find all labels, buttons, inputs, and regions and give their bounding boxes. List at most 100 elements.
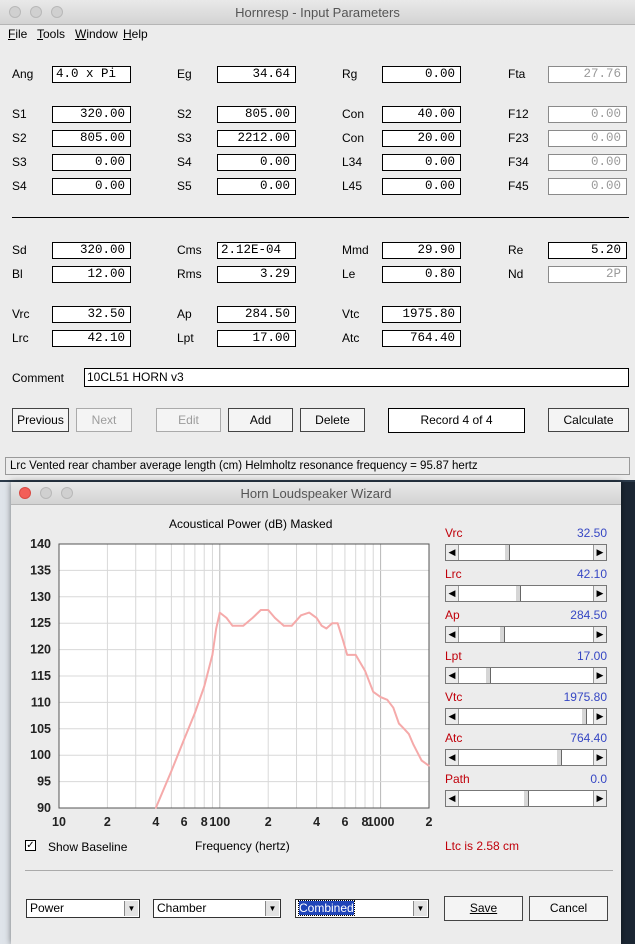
param-input-rg[interactable]: 0.00 xyxy=(382,66,461,83)
arrow-left-icon[interactable]: ◀ xyxy=(446,668,459,683)
slider-atc[interactable]: ◀ ▶ xyxy=(445,749,607,766)
slider-lpt[interactable]: ◀ ▶ xyxy=(445,667,607,684)
x-tick-label: 6 xyxy=(341,815,348,829)
response-data-point xyxy=(386,698,389,701)
previous-button[interactable]: Previous xyxy=(12,408,69,432)
param-input-lpt[interactable]: 17.00 xyxy=(217,330,296,347)
input-parameters-window: Hornresp - Input Parameters File Tools W… xyxy=(0,0,635,480)
param-input-sd[interactable]: 320.00 xyxy=(52,242,131,259)
response-data-point xyxy=(211,654,214,656)
x-axis: 10 2 4 6 8 100 2 4 6 81000 2 xyxy=(52,815,432,829)
slider-vrc[interactable]: ◀ ▶ xyxy=(445,544,607,561)
wizard-titlebar: Horn Loudspeaker Wizard xyxy=(11,482,621,505)
arrow-right-icon[interactable]: ▶ xyxy=(593,545,606,560)
arrow-left-icon[interactable]: ◀ xyxy=(446,709,459,724)
arrow-left-icon[interactable]: ◀ xyxy=(446,791,459,806)
param-input-vtc[interactable]: 1975.80 xyxy=(382,306,461,323)
show-baseline-checkbox[interactable]: ✓ xyxy=(25,840,36,851)
slider-thumb[interactable] xyxy=(498,627,505,642)
save-button[interactable]: Save xyxy=(444,896,523,921)
slider-thumb[interactable] xyxy=(503,545,510,560)
edit-button[interactable]: Edit xyxy=(156,408,221,432)
param-input-cms[interactable]: 2.12E-04 xyxy=(217,242,296,259)
response-data-point xyxy=(398,722,400,725)
x-tick-label: 2 xyxy=(265,815,272,829)
slider-thumb[interactable] xyxy=(515,586,522,601)
param-input-le[interactable]: 0.80 xyxy=(382,266,461,283)
param-input-rms[interactable]: 3.29 xyxy=(217,266,296,283)
arrow-right-icon[interactable]: ▶ xyxy=(593,709,606,724)
param-input-bl[interactable]: 12.00 xyxy=(52,266,131,283)
param-input-ap[interactable]: 284.50 xyxy=(217,306,296,323)
slider-vtc[interactable]: ◀ ▶ xyxy=(445,708,607,725)
param-input-s2[interactable]: 805.00 xyxy=(52,130,131,147)
param-input-s3[interactable]: 0.00 xyxy=(52,154,131,171)
arrow-right-icon[interactable]: ▶ xyxy=(593,750,606,765)
arrow-left-icon[interactable]: ◀ xyxy=(446,750,459,765)
param-input-nd[interactable]: 2P xyxy=(548,266,627,283)
param-input-s1[interactable]: 320.00 xyxy=(52,106,131,123)
y-tick-label: 95 xyxy=(37,775,51,789)
param-input-con[interactable]: 40.00 xyxy=(382,106,461,123)
dropdown-arrow-icon[interactable]: ▼ xyxy=(413,901,427,916)
param-input-l34[interactable]: 0.00 xyxy=(382,154,461,171)
param-input-s4[interactable]: 0.00 xyxy=(52,178,131,195)
param-input-f12[interactable]: 0.00 xyxy=(548,106,627,123)
response-data-point xyxy=(372,691,375,693)
param-input-f45[interactable]: 0.00 xyxy=(548,178,627,195)
response-data-point xyxy=(364,669,366,672)
param-input-s2[interactable]: 805.00 xyxy=(217,106,296,123)
param-input-ang[interactable]: 4.0 x Pi xyxy=(52,66,131,83)
arrow-right-icon[interactable]: ▶ xyxy=(593,586,606,601)
param-input-lrc[interactable]: 42.10 xyxy=(52,330,131,347)
arrow-left-icon[interactable]: ◀ xyxy=(446,627,459,642)
response-data-point xyxy=(242,625,245,627)
mode-select[interactable]: Power ▼ xyxy=(26,899,140,918)
comment-input[interactable]: 10CL51 HORN v3 xyxy=(84,368,629,387)
slider-value-atc: 764.40 xyxy=(570,731,607,745)
calculate-button[interactable]: Calculate xyxy=(548,408,629,432)
slider-thumb[interactable] xyxy=(556,750,563,765)
menu-window[interactable]: Window xyxy=(75,27,118,41)
arrow-right-icon[interactable]: ▶ xyxy=(593,791,606,806)
chamber-select[interactable]: Chamber ▼ xyxy=(153,899,281,918)
param-input-s3[interactable]: 2212.00 xyxy=(217,130,296,147)
next-button[interactable]: Next xyxy=(76,408,132,432)
dropdown-arrow-icon[interactable]: ▼ xyxy=(124,901,138,916)
param-input-re[interactable]: 5.20 xyxy=(548,242,627,259)
arrow-right-icon[interactable]: ▶ xyxy=(593,627,606,642)
param-input-l45[interactable]: 0.00 xyxy=(382,178,461,195)
add-button[interactable]: Add xyxy=(228,408,293,432)
param-input-vrc[interactable]: 32.50 xyxy=(52,306,131,323)
delete-button[interactable]: Delete xyxy=(300,408,365,432)
arrow-right-icon[interactable]: ▶ xyxy=(593,668,606,683)
param-input-f23[interactable]: 0.00 xyxy=(548,130,627,147)
status-bar: Lrc Vented rear chamber average length (… xyxy=(5,457,630,475)
menu-tools[interactable]: Tools xyxy=(37,27,65,41)
param-input-f34[interactable]: 0.00 xyxy=(548,154,627,171)
param-input-eg[interactable]: 34.64 xyxy=(217,66,296,83)
param-input-s4[interactable]: 0.00 xyxy=(217,154,296,171)
arrow-left-icon[interactable]: ◀ xyxy=(446,545,459,560)
menu-file[interactable]: File xyxy=(8,27,27,41)
cancel-button[interactable]: Cancel xyxy=(529,896,608,921)
param-input-fta[interactable]: 27.76 xyxy=(548,66,627,83)
slider-ap[interactable]: ◀ ▶ xyxy=(445,626,607,643)
combined-select[interactable]: Combined ▼ xyxy=(295,899,429,918)
x-tick-label: 6 xyxy=(181,815,188,829)
param-label-re: Re xyxy=(508,243,524,257)
param-label-vrc: Vrc xyxy=(12,307,30,321)
slider-thumb[interactable] xyxy=(484,668,491,683)
param-input-con[interactable]: 20.00 xyxy=(382,130,461,147)
param-input-s5[interactable]: 0.00 xyxy=(217,178,296,195)
param-input-atc[interactable]: 764.40 xyxy=(382,330,461,347)
param-label-f34: F34 xyxy=(508,155,529,169)
slider-path[interactable]: ◀ ▶ xyxy=(445,790,607,807)
slider-lrc[interactable]: ◀ ▶ xyxy=(445,585,607,602)
param-input-mmd[interactable]: 29.90 xyxy=(382,242,461,259)
menu-help[interactable]: Help xyxy=(123,27,148,41)
slider-thumb[interactable] xyxy=(580,709,587,724)
dropdown-arrow-icon[interactable]: ▼ xyxy=(265,901,279,916)
arrow-left-icon[interactable]: ◀ xyxy=(446,586,459,601)
slider-thumb[interactable] xyxy=(523,791,529,806)
